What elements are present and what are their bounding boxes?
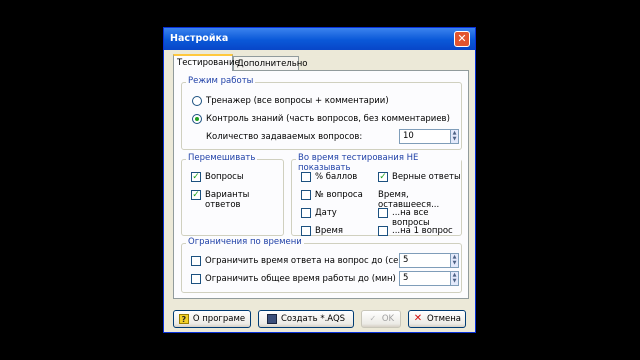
limit-answer-checkbox[interactable] — [191, 256, 201, 266]
mode-trainer-radio[interactable] — [192, 96, 202, 106]
question-count-spinner[interactable]: ▲ ▼ — [450, 129, 459, 144]
tab-panel: Режим работы Тренажер (все вопросы + ком… — [173, 70, 469, 299]
hide-all-remaining-label: ...на все вопросы — [392, 208, 430, 228]
limit-answer-spinner[interactable]: ▲ ▼ — [450, 253, 459, 268]
tab-additional-label: Дополнительно — [237, 59, 308, 69]
check-icon: ✓ — [369, 314, 377, 323]
hide-score-label: % баллов — [315, 172, 358, 182]
mode-control-label: Контроль знаний (часть вопросов, без ком… — [206, 114, 450, 124]
tab-additional[interactable]: Дополнительно — [233, 56, 308, 70]
hide-one-remaining-checkbox[interactable] — [378, 226, 388, 236]
hide-group-title: Во время тестирования НЕ показывать — [296, 153, 461, 173]
save-icon — [266, 314, 277, 324]
mode-group: Режим работы Тренажер (все вопросы + ком… — [181, 76, 462, 150]
cancel-icon: ✕ — [413, 313, 423, 324]
shuffle-answers-label: Варианты ответов — [205, 190, 250, 210]
tab-testing-label: Тестирование — [177, 58, 240, 68]
create-aqs-button-label: Создать *.AQS — [280, 314, 346, 324]
cancel-button-label: Отмена — [426, 314, 462, 324]
limit-total-checkbox[interactable] — [191, 274, 201, 284]
limit-total-label: Ограничить общее время работы до (мин) — [205, 274, 396, 284]
mode-trainer-label: Тренажер (все вопросы + комментарии) — [206, 96, 389, 106]
shuffle-group: Перемешивать ✓ Вопросы ✓ Варианты ответо… — [181, 153, 284, 236]
hide-correct-label: Верные ответы — [392, 172, 461, 182]
hide-correct-checkbox[interactable]: ✓ — [378, 172, 388, 182]
hide-date-checkbox[interactable] — [301, 208, 311, 218]
close-button[interactable]: ✕ — [454, 31, 470, 47]
ok-button-label: OK — [381, 314, 395, 324]
hide-remaining-label: Время, оставшееся... — [378, 190, 440, 210]
question-count-label: Количество задаваемых вопросов: — [206, 132, 363, 142]
about-button[interactable]: ? О програме — [173, 310, 251, 328]
close-icon: ✕ — [457, 32, 467, 45]
hide-date-label: Дату — [315, 208, 337, 218]
limit-answer-input[interactable]: 5 — [399, 253, 451, 268]
title-bar[interactable]: Настройка ✕ — [164, 28, 475, 50]
hide-number-checkbox[interactable] — [301, 190, 311, 200]
about-button-label: О програме — [192, 314, 246, 324]
mode-group-title: Режим работы — [186, 76, 256, 86]
hide-group: Во время тестирования НЕ показывать % ба… — [291, 153, 462, 236]
window-title: Настройка — [170, 33, 229, 44]
question-count-input[interactable]: 10 — [399, 129, 451, 144]
spin-down-icon[interactable]: ▼ — [451, 136, 458, 142]
tab-testing[interactable]: Тестирование — [173, 54, 240, 71]
hide-score-checkbox[interactable] — [301, 172, 311, 182]
hide-one-remaining-label: ...на 1 вопрос — [392, 226, 453, 236]
shuffle-answers-checkbox[interactable]: ✓ — [191, 190, 201, 200]
limit-answer-label: Ограничить время ответа на вопрос до (се… — [205, 256, 407, 266]
limits-group: Ограничения по времени Ограничить время … — [181, 237, 462, 293]
hide-time-label: Время — [315, 226, 343, 236]
hide-all-remaining-checkbox[interactable] — [378, 208, 388, 218]
create-aqs-button[interactable]: Создать *.AQS — [258, 310, 354, 328]
hide-number-label: № вопроса — [315, 190, 363, 200]
shuffle-group-title: Перемешивать — [186, 153, 258, 163]
shuffle-questions-checkbox[interactable]: ✓ — [191, 172, 201, 182]
spin-down-icon[interactable]: ▼ — [451, 278, 458, 284]
cancel-button[interactable]: ✕ Отмена — [408, 310, 466, 328]
limit-total-spinner[interactable]: ▲ ▼ — [450, 271, 459, 286]
spin-down-icon[interactable]: ▼ — [451, 260, 458, 266]
shuffle-questions-label: Вопросы — [205, 172, 244, 182]
limit-total-input[interactable]: 5 — [399, 271, 451, 286]
hide-time-checkbox[interactable] — [301, 226, 311, 236]
question-icon: ? — [178, 314, 189, 324]
settings-dialog: Настройка ✕ Тестирование Дополнительно Р… — [163, 27, 476, 333]
mode-control-radio[interactable] — [192, 114, 202, 124]
limits-group-title: Ограничения по времени — [186, 237, 304, 247]
ok-button[interactable]: ✓ OK — [361, 310, 401, 328]
